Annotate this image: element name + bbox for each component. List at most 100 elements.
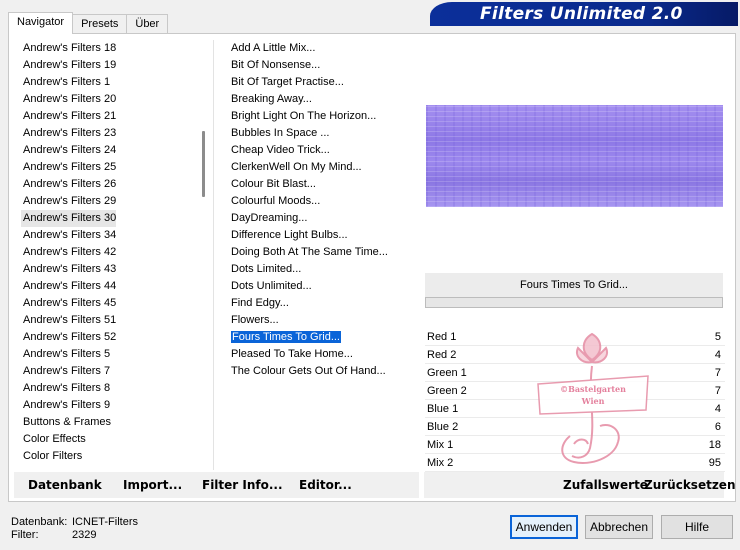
category-scrollbar[interactable] [198, 40, 211, 470]
filter-item[interactable]: Difference Light Bulbs... [229, 227, 417, 244]
category-item[interactable]: Color Filters [21, 448, 116, 465]
filter-item[interactable]: DayDreaming... [229, 210, 417, 227]
param-value: 18 [708, 439, 721, 451]
filter-item-label: Bit Of Target Practise... [231, 76, 344, 88]
filter-count-label: Filter: [11, 529, 39, 541]
category-item[interactable]: Andrew's Filters 26 [21, 176, 116, 193]
watermark-text-2: Wien [581, 396, 605, 406]
tab-presets[interactable]: Presets [72, 14, 128, 34]
filter-item[interactable]: Fours Times To Grid... [229, 329, 417, 346]
divider [213, 40, 214, 470]
filter-item-label: Pleased To Take Home... [231, 348, 353, 360]
param-label: Blue 2 [427, 421, 459, 433]
filter-item-label: Colour Bit Blast... [231, 178, 316, 190]
category-item[interactable]: Andrew's Filters 51 [21, 312, 116, 329]
param-label: Mix 1 [427, 439, 454, 451]
param-label: Green 1 [427, 367, 467, 379]
filter-item-label: The Colour Gets Out Of Hand... [231, 365, 386, 377]
preview-image [426, 105, 723, 207]
database-button[interactable]: Datenbank [28, 478, 102, 492]
filter-item[interactable]: Find Edgy... [229, 295, 417, 312]
editor-button[interactable]: Editor... [299, 478, 352, 492]
category-item[interactable]: Andrew's Filters 25 [21, 159, 116, 176]
category-item[interactable]: Andrew's Filters 44 [21, 278, 116, 295]
filter-item[interactable]: Doing Both At The Same Time... [229, 244, 417, 261]
filter-item[interactable]: ClerkenWell On My Mind... [229, 159, 417, 176]
category-item[interactable]: Buttons & Frames [21, 414, 116, 431]
watermark-text-1: ©Bastelgarten [560, 384, 626, 394]
filter-item[interactable]: Bright Light On The Horizon... [229, 108, 417, 125]
category-item[interactable]: Andrew's Filters 42 [21, 244, 116, 261]
param-value: 4 [714, 349, 721, 361]
category-item[interactable]: Andrew's Filters 5 [21, 346, 116, 363]
category-item[interactable]: Color Effects [21, 431, 116, 448]
filter-item[interactable]: Add A Little Mix... [229, 40, 417, 57]
filter-item-label: Fours Times To Grid... [230, 330, 342, 344]
category-scrollbar-thumb[interactable] [202, 131, 205, 197]
apply-button[interactable]: Anwenden [510, 515, 578, 539]
reset-button[interactable]: Zurücksetzen [644, 478, 735, 492]
watermark-logo-image: ©Bastelgarten Wien [537, 332, 649, 464]
category-item[interactable]: Andrew's Filters 20 [21, 91, 116, 108]
category-item[interactable]: Andrew's Filters 18 [21, 40, 116, 57]
filter-item[interactable]: Breaking Away... [229, 91, 417, 108]
category-list[interactable]: Andrew's Filters 18 Andrew's Filters 19 An… [21, 40, 116, 470]
filter-item-label: Add A Little Mix... [231, 42, 316, 54]
param-label: Green 2 [427, 385, 467, 397]
param-label: Red 2 [427, 349, 457, 361]
app-title-banner: Filters Unlimited 2.0 [430, 2, 738, 26]
filter-info-button[interactable]: Filter Info... [202, 478, 283, 492]
tab-navigator[interactable]: Navigator [8, 12, 74, 34]
category-item[interactable]: Andrew's Filters 43 [21, 261, 116, 278]
filter-item[interactable]: Dots Limited... [229, 261, 417, 278]
category-item[interactable]: Andrew's Filters 45 [21, 295, 116, 312]
category-item[interactable]: Andrew's Filters 23 [21, 125, 116, 142]
param-value: 6 [714, 421, 721, 433]
param-value: 7 [714, 385, 721, 397]
category-item[interactable]: Andrew's Filters 29 [21, 193, 116, 210]
help-button[interactable]: Hilfe [661, 515, 733, 539]
filter-item-label: Colourful Moods... [231, 195, 321, 207]
param-value: 5 [714, 331, 721, 343]
filter-item-label: Bit Of Nonsense... [231, 59, 321, 71]
progress-bar [425, 297, 723, 308]
current-filter-name: Fours Times To Grid... [425, 273, 723, 297]
tab-about[interactable]: Über [126, 14, 169, 34]
category-item[interactable]: Andrew's Filters 24 [21, 142, 116, 159]
filter-item-label: Doing Both At The Same Time... [231, 246, 388, 258]
filter-list[interactable]: Add A Little Mix... Bit Of Nonsense... Bit… [229, 40, 417, 395]
filter-item[interactable]: Dots Unlimited... [229, 278, 417, 295]
category-item[interactable]: Andrew's Filters 19 [21, 57, 116, 74]
filter-item[interactable]: The Colour Gets Out Of Hand... [229, 363, 417, 380]
category-item[interactable]: Andrew's Filters 7 [21, 363, 116, 380]
filter-item-label: Breaking Away... [231, 93, 312, 105]
filter-item[interactable]: Colourful Moods... [229, 193, 417, 210]
param-label: Red 1 [427, 331, 457, 343]
category-item[interactable]: Andrew's Filters 21 [21, 108, 116, 125]
param-value: 4 [714, 403, 721, 415]
filter-item-label: ClerkenWell On My Mind... [231, 161, 362, 173]
list-button-bar: Datenbank Import... Filter Info... Edito… [14, 472, 419, 498]
filter-item[interactable]: Bit Of Nonsense... [229, 57, 417, 74]
filter-item[interactable]: Bubbles In Space ... [229, 125, 417, 142]
filter-item-label: Cheap Video Trick... [231, 144, 330, 156]
category-item[interactable]: Andrew's Filters 8 [21, 380, 116, 397]
param-label: Blue 1 [427, 403, 459, 415]
cancel-button[interactable]: Abbrechen [585, 515, 653, 539]
import-button[interactable]: Import... [123, 478, 182, 492]
filter-item[interactable]: Bit Of Target Practise... [229, 74, 417, 91]
filter-item[interactable]: Colour Bit Blast... [229, 176, 417, 193]
category-item[interactable]: Andrew's Filters 30 [21, 210, 116, 227]
filter-item[interactable]: Flowers... [229, 312, 417, 329]
random-values-button[interactable]: Zufallswerte [563, 478, 648, 492]
filter-item-label: Bright Light On The Horizon... [231, 110, 377, 122]
category-item[interactable]: Andrew's Filters 1 [21, 74, 116, 91]
category-item[interactable]: Andrew's Filters 34 [21, 227, 116, 244]
category-item[interactable]: Andrew's Filters 9 [21, 397, 116, 414]
filter-item[interactable]: Cheap Video Trick... [229, 142, 417, 159]
param-value: 95 [708, 457, 721, 469]
filter-item-label: Difference Light Bulbs... [231, 229, 348, 241]
filter-item-label: Dots Unlimited... [231, 280, 312, 292]
category-item[interactable]: Andrew's Filters 52 [21, 329, 116, 346]
filter-item[interactable]: Pleased To Take Home... [229, 346, 417, 363]
